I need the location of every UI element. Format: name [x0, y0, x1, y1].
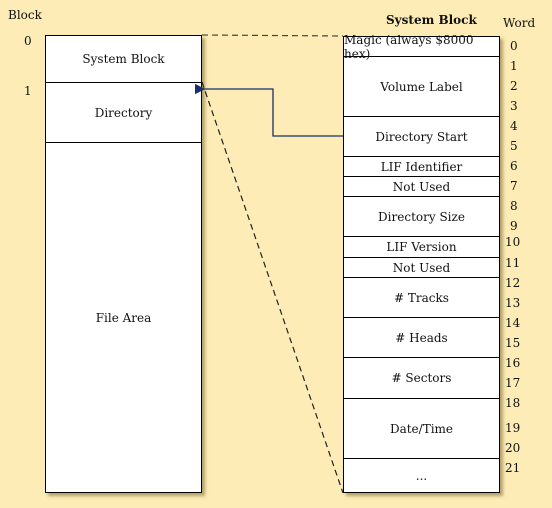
connectors [194, 34, 344, 494]
directory-start-arrow [194, 83, 343, 137]
dashed-bottom-connector [201, 81, 344, 494]
dashed-top-connector [201, 34, 344, 37]
